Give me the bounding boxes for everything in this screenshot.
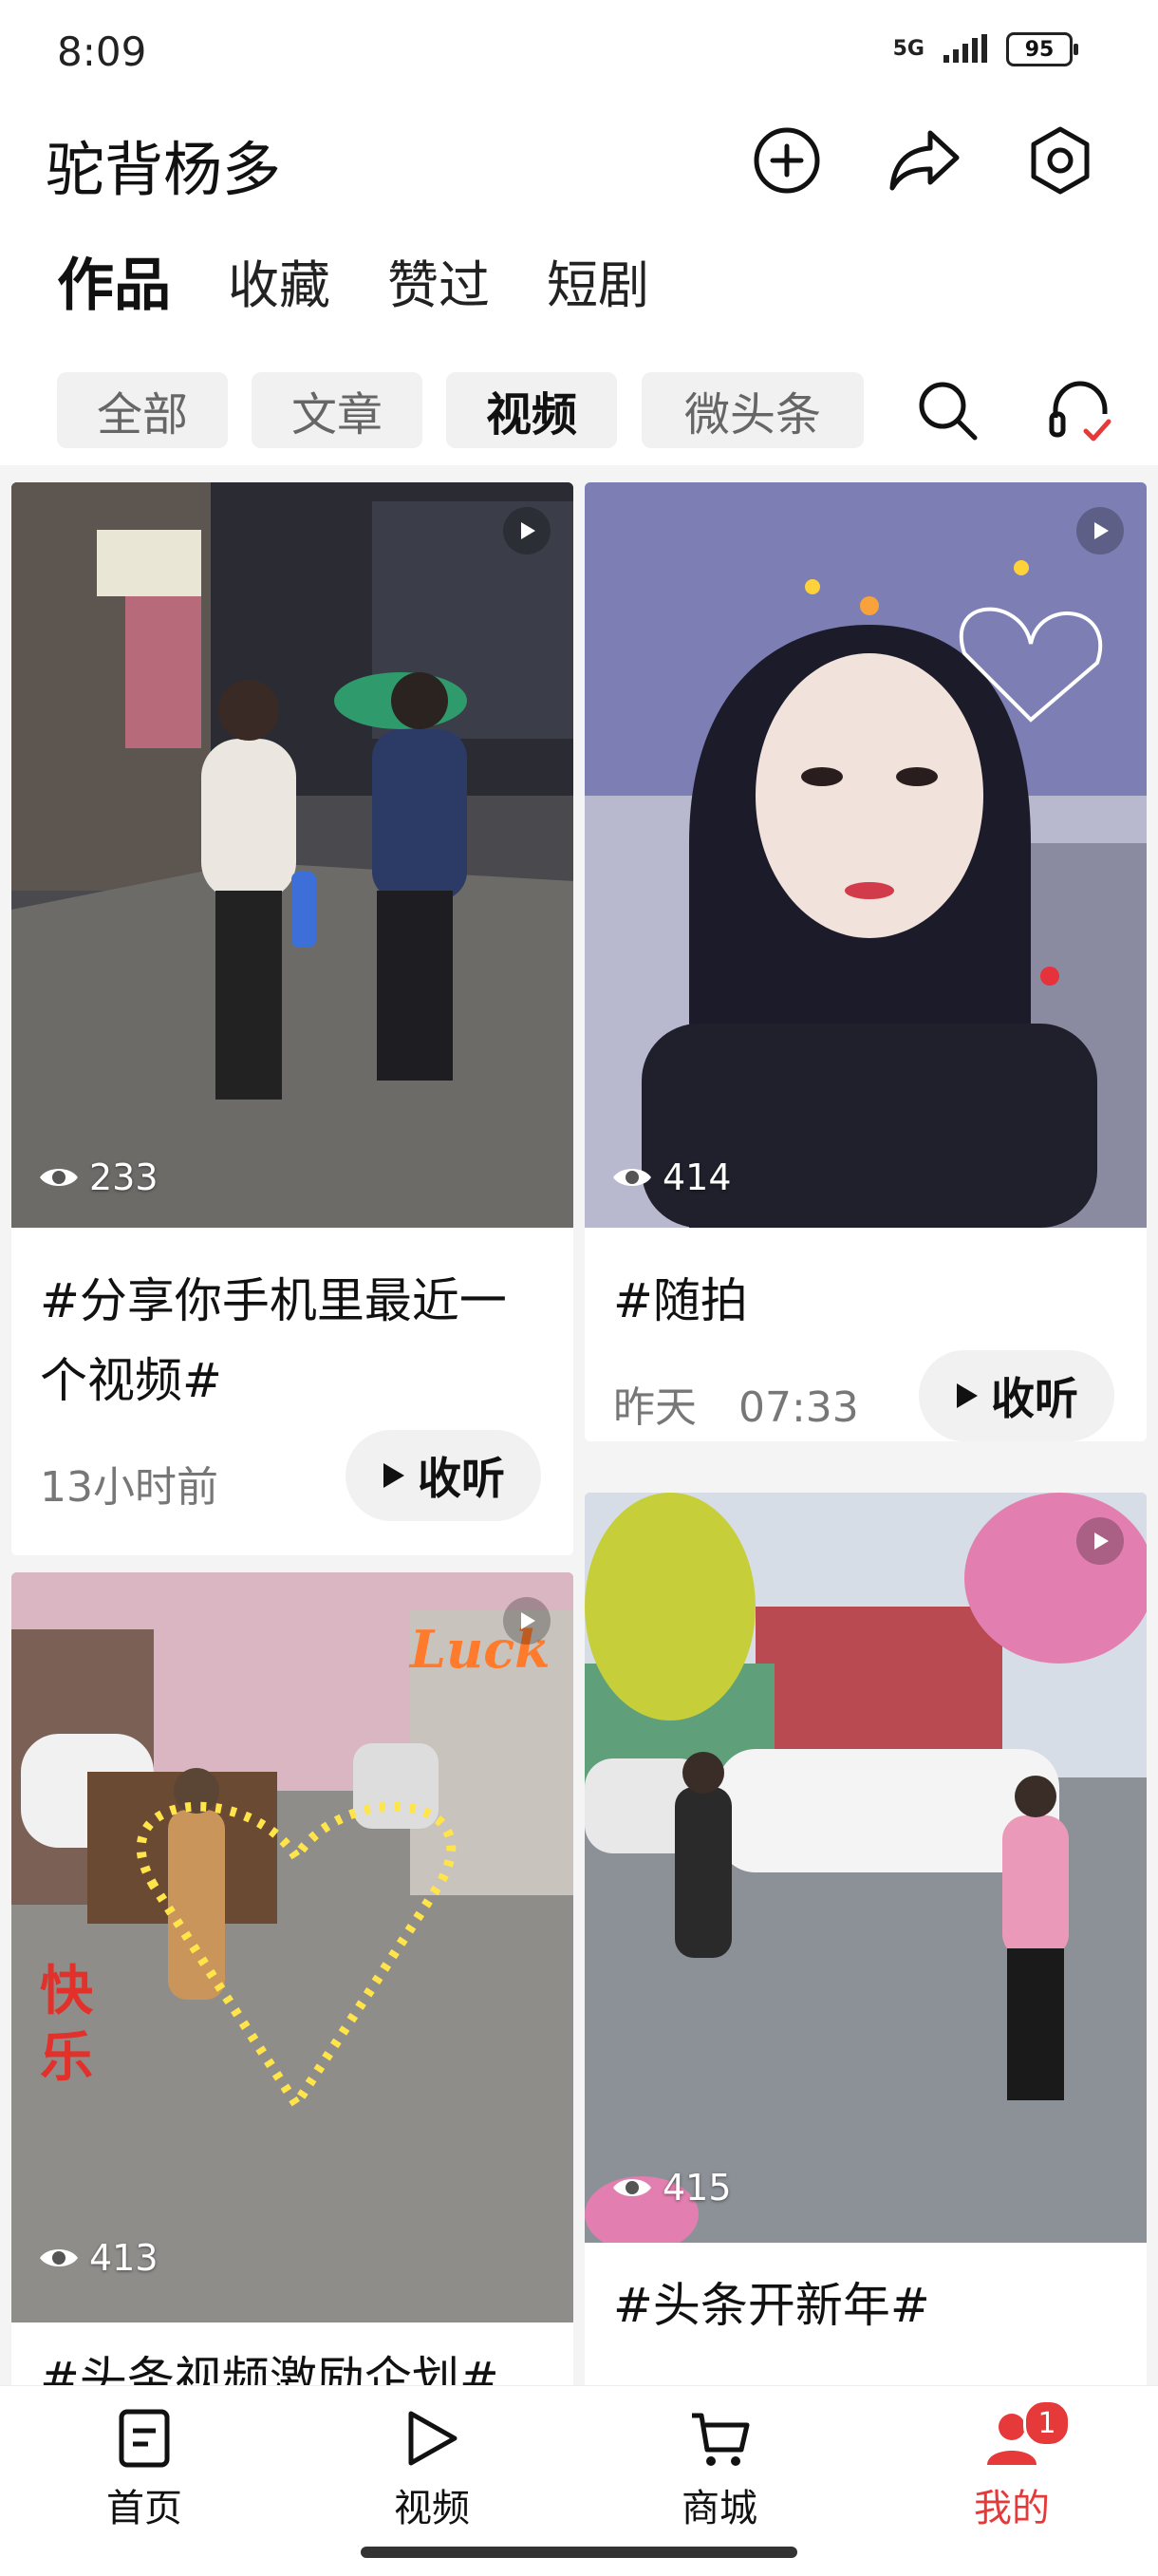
filter-micro-posts[interactable]: 微头条 (642, 372, 864, 448)
battery-indicator: 95 (1006, 32, 1078, 66)
tab-works[interactable]: 作品 (57, 239, 171, 322)
play-icon (383, 1463, 404, 1488)
play-icon (957, 1383, 978, 1408)
nav-video-label: 视频 (394, 2487, 470, 2530)
nav-mall-label: 商城 (682, 2487, 757, 2530)
view-count: 414 (611, 1156, 732, 1198)
play-icon (1094, 1532, 1109, 1550)
play-indicator (1076, 1517, 1124, 1565)
status-indicators: 5G 95 (892, 32, 1078, 66)
video-play-icon (399, 2405, 465, 2472)
tab-favorites[interactable]: 收藏 (228, 243, 330, 318)
view-count-value: 413 (89, 2237, 159, 2279)
status-time: 8:09 (57, 28, 147, 75)
svg-text:快: 快 (40, 1961, 94, 2022)
search-icon (919, 382, 978, 441)
tab-liked[interactable]: 赞过 (387, 243, 490, 318)
video-card[interactable]: 415 #头条开新年# (585, 1493, 1147, 2398)
eye-icon (40, 1169, 78, 1186)
eye-icon (40, 2249, 78, 2266)
video-card[interactable]: 233 #分享你手机里最近一 个视频# 13小时前 收听 (11, 482, 573, 1555)
listen-button[interactable]: 收听 (919, 1350, 1114, 1441)
settings-button[interactable] (1023, 123, 1097, 197)
view-count-value: 233 (89, 1156, 159, 1198)
play-icon (1094, 522, 1109, 539)
street-heart-image: 快 乐 Luck (11, 1572, 573, 2322)
plus-circle-icon (754, 127, 820, 194)
night-street-image (11, 482, 573, 1228)
video-thumbnail[interactable]: 快 乐 Luck 413 (11, 1572, 573, 2322)
filter-videos[interactable]: 视频 (446, 372, 617, 448)
filter-articles[interactable]: 文章 (252, 372, 422, 448)
home-indicator[interactable] (361, 2547, 797, 2558)
video-title-line: 个视频# (40, 1353, 222, 1408)
content-filter-row: 全部 文章 视频 微头条 (0, 323, 1158, 465)
nav-profile-label: 我的 (974, 2487, 1050, 2530)
video-title-line: #随拍 (613, 1273, 748, 1328)
network-label: 5G (892, 37, 925, 61)
svg-text:乐: 乐 (40, 2027, 93, 2089)
video-thumbnail[interactable]: 415 (585, 1493, 1147, 2243)
video-card[interactable]: 414 #随拍 昨天 07:33 收听 (585, 482, 1147, 1441)
profile-name: 驼背杨多 (46, 135, 282, 204)
status-bar: 8:09 5G 95 (0, 0, 1158, 104)
play-icon (521, 522, 535, 539)
video-title-line: #头条开新年# (613, 2278, 930, 2333)
tab-short-drama[interactable]: 短剧 (547, 243, 649, 318)
view-count-value: 414 (663, 1156, 732, 1198)
listen-button[interactable]: 收听 (346, 1430, 541, 1521)
filter-all[interactable]: 全部 (57, 372, 228, 448)
view-count: 233 (38, 1156, 159, 1198)
nav-home-label: 首页 (106, 2487, 182, 2530)
video-title[interactable]: #分享你手机里最近一 个视频# (40, 1261, 545, 1420)
headphones-icon (1049, 381, 1111, 442)
listen-label: 收听 (418, 1453, 505, 1504)
video-title[interactable]: #随拍 (613, 1261, 1118, 1341)
post-time: 13小时前 (40, 1463, 218, 1512)
play-indicator (1076, 507, 1124, 555)
street-flowers-image (585, 1493, 1147, 2243)
cart-icon (686, 2405, 753, 2472)
eye-icon (613, 2179, 651, 2196)
video-thumbnail[interactable]: 414 (585, 482, 1147, 1228)
nav-video[interactable]: 视频 (337, 2405, 527, 2532)
battery-level: 95 (1024, 37, 1055, 62)
nav-profile[interactable]: 1 我的 (917, 2399, 1107, 2532)
view-count: 415 (611, 2167, 732, 2209)
play-indicator (503, 1597, 551, 1645)
listen-label: 收听 (991, 1373, 1078, 1424)
home-doc-icon (111, 2405, 177, 2472)
eye-icon (613, 1169, 651, 1186)
profile-tabs: 作品 收藏 赞过 短剧 (0, 237, 1158, 323)
listen-mode-button[interactable] (1042, 372, 1118, 448)
view-count-value: 415 (663, 2167, 732, 2209)
gear-icon (1031, 126, 1090, 195)
selfie-image (585, 482, 1147, 1228)
view-count: 413 (38, 2237, 159, 2279)
profile-header: 驼背杨多 作品 收藏 赞过 短剧 (0, 104, 1158, 323)
post-time: 昨天 07:33 (613, 1383, 859, 1432)
nav-home[interactable]: 首页 (49, 2405, 239, 2532)
video-thumbnail[interactable]: 233 (11, 482, 573, 1228)
video-card[interactable]: 快 乐 Luck 413 #头条视频激励企划# (11, 1572, 573, 2398)
nav-mall[interactable]: 商城 (625, 2405, 814, 2532)
video-title[interactable]: #头条开新年# (613, 2266, 1118, 2345)
play-icon (521, 1612, 535, 1629)
share-button[interactable] (887, 123, 962, 197)
share-icon (889, 130, 960, 191)
notification-badge: 1 (1023, 2399, 1071, 2447)
add-button[interactable] (750, 123, 824, 197)
play-indicator (503, 507, 551, 555)
search-button[interactable] (909, 372, 985, 448)
signal-icon (943, 34, 987, 63)
video-title-line: #分享你手机里最近一 (40, 1273, 507, 1328)
